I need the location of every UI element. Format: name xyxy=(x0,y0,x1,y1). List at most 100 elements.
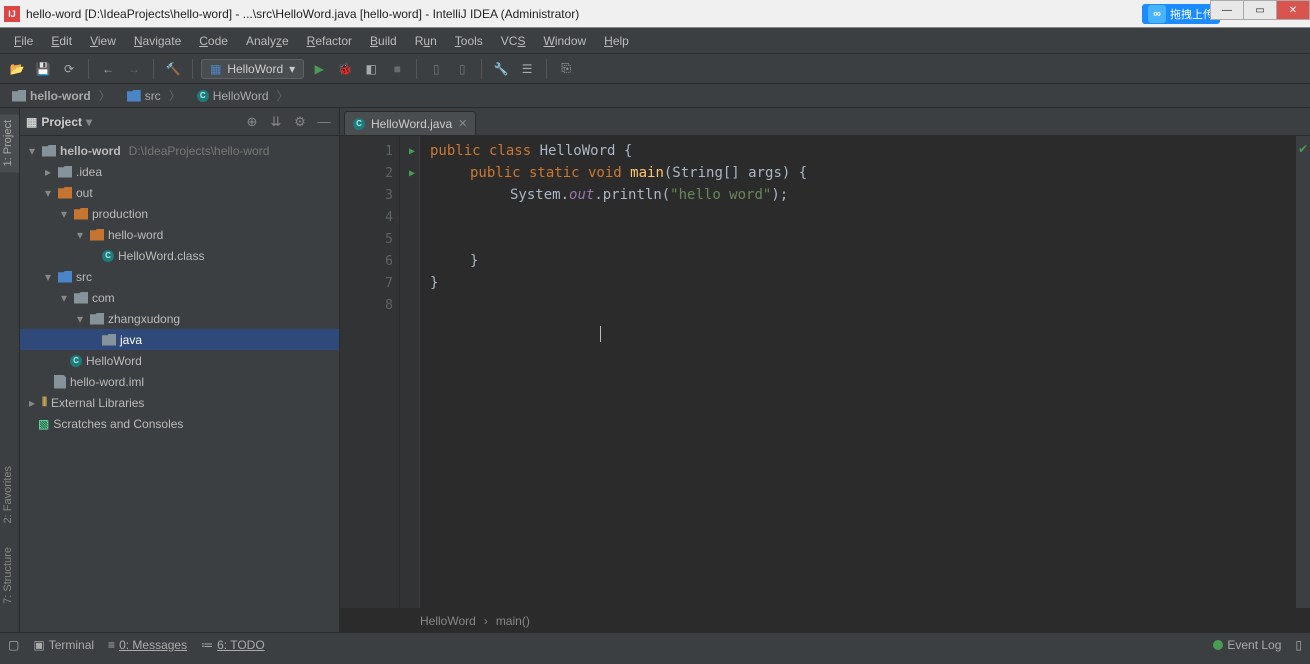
cloud-icon: ∞ xyxy=(1148,5,1166,23)
code-text[interactable]: public class HelloWord { public static v… xyxy=(420,136,1296,608)
folder-icon xyxy=(12,90,26,102)
search-everywhere-icon[interactable]: ⎘ xyxy=(555,58,577,80)
todo-button[interactable]: ≔ 6: TODO xyxy=(201,638,265,652)
menu-view[interactable]: View xyxy=(82,31,124,51)
menu-build[interactable]: Build xyxy=(362,31,405,51)
tree-zhang[interactable]: ▾zhangxudong xyxy=(20,308,339,329)
tab-structure[interactable]: 7: Structure xyxy=(0,541,19,610)
tree-out[interactable]: ▾out xyxy=(20,182,339,203)
bc-method[interactable]: main() xyxy=(496,614,530,628)
menu-analyze[interactable]: Analyze xyxy=(238,31,297,51)
editor-scrollbar[interactable]: ✔ xyxy=(1296,136,1310,608)
menu-tools[interactable]: Tools xyxy=(447,31,491,51)
open-icon[interactable]: 📂 xyxy=(6,58,28,80)
tree-com[interactable]: ▾com xyxy=(20,287,339,308)
crumb-src[interactable]: src 〉 xyxy=(121,85,187,106)
stop-icon[interactable]: ■ xyxy=(386,58,408,80)
maximize-button[interactable]: ▭ xyxy=(1243,0,1277,20)
intellij-icon: IJ xyxy=(4,6,20,22)
tree-ext-lib[interactable]: ▸⫴External Libraries xyxy=(20,392,339,413)
menu-vcs[interactable]: VCS xyxy=(493,31,534,51)
refresh-icon[interactable]: ⟳ xyxy=(58,58,80,80)
tree-idea[interactable]: ▸.idea xyxy=(20,161,339,182)
close-tab-icon[interactable]: ✕ xyxy=(458,117,467,130)
run-config-icon: ▦ xyxy=(210,62,221,76)
project-header-title[interactable]: ▦ Project ▾ xyxy=(26,115,92,129)
chevron-down-icon: ▾ xyxy=(289,62,295,76)
menu-window[interactable]: Window xyxy=(535,31,594,51)
project-tree[interactable]: ▾hello-wordD:\IdeaProjects\hello-word ▸.… xyxy=(20,136,339,632)
tab-project[interactable]: 1: Project xyxy=(0,114,19,172)
tree-src[interactable]: ▾src xyxy=(20,266,339,287)
folder-icon xyxy=(58,187,72,199)
share-widget[interactable]: ∞ 拖拽上传 xyxy=(1142,4,1220,24)
tree-root[interactable]: ▾hello-wordD:\IdeaProjects\hello-word xyxy=(20,140,339,161)
line-gutter: 1▶ 2▶ 3 4 5 6 7 8 xyxy=(340,136,400,608)
status-dot-icon xyxy=(1213,640,1223,650)
debug-icon[interactable]: 🐞 xyxy=(334,58,356,80)
tree-hw-java[interactable]: CHelloWord xyxy=(20,350,339,371)
forward-icon[interactable]: → xyxy=(123,58,145,80)
folder-icon xyxy=(58,271,72,283)
menu-file[interactable]: File xyxy=(6,31,41,51)
hide-icon[interactable]: — xyxy=(315,113,333,131)
run-gutter-icon[interactable]: ▶ xyxy=(409,146,415,157)
menu-run[interactable]: Run xyxy=(407,31,445,51)
avd-icon[interactable]: ▯ xyxy=(425,58,447,80)
editor-tab[interactable]: C HelloWord.java ✕ xyxy=(344,111,476,135)
tree-production[interactable]: ▾production xyxy=(20,203,339,224)
collapse-icon[interactable]: ⇊ xyxy=(267,113,285,131)
menu-code[interactable]: Code xyxy=(191,31,236,51)
minimize-button[interactable]: — xyxy=(1210,0,1244,20)
run-icon[interactable]: ▶ xyxy=(308,58,330,80)
crumb-class[interactable]: C HelloWord 〉 xyxy=(191,85,295,106)
save-icon[interactable]: 💾 xyxy=(32,58,54,80)
tree-hw-out[interactable]: ▾hello-word xyxy=(20,224,339,245)
separator xyxy=(192,59,193,79)
menu-edit[interactable]: Edit xyxy=(43,31,80,51)
inspection-ok-icon: ✔ xyxy=(1298,142,1308,156)
package-icon xyxy=(102,334,116,346)
tree-hw-class[interactable]: CHelloWord.class xyxy=(20,245,339,266)
close-button[interactable]: ✕ xyxy=(1276,0,1310,20)
status-lock-icon[interactable]: ▯ xyxy=(1295,638,1302,652)
line-3: 3 xyxy=(340,184,399,206)
crumb-label: src xyxy=(145,89,161,103)
tree-iml[interactable]: hello-word.iml xyxy=(20,371,339,392)
menubar: File Edit View Navigate Code Analyze Ref… xyxy=(0,28,1310,54)
class-icon: C xyxy=(70,355,82,367)
structure-icon[interactable]: ☰ xyxy=(516,58,538,80)
terminal-button[interactable]: ▣ Terminal xyxy=(33,638,94,652)
separator xyxy=(546,59,547,79)
run-gutter-icon[interactable]: ▶ xyxy=(409,168,415,179)
messages-button[interactable]: ≡ 0: Messages xyxy=(108,638,187,652)
back-icon[interactable]: ← xyxy=(97,58,119,80)
locate-icon[interactable]: ⊕ xyxy=(243,113,261,131)
bc-class[interactable]: HelloWord xyxy=(420,614,476,628)
share-text: 拖拽上传 xyxy=(1170,6,1214,22)
menu-navigate[interactable]: Navigate xyxy=(126,31,189,51)
event-log-button[interactable]: Event Log xyxy=(1213,638,1281,652)
menu-help[interactable]: Help xyxy=(596,31,637,51)
build-icon[interactable]: 🔨 xyxy=(162,58,184,80)
wrench-icon[interactable]: 🔧 xyxy=(490,58,512,80)
chevron-right-icon: 〉 xyxy=(99,87,111,104)
left-side-tabs: 1: Project 2: Favorites 7: Structure xyxy=(0,108,20,632)
fold-gutter xyxy=(400,136,420,608)
coverage-icon[interactable]: ◧ xyxy=(360,58,382,80)
run-config-select[interactable]: ▦ HelloWord ▾ xyxy=(201,59,304,79)
tree-scratch[interactable]: ▧Scratches and Consoles xyxy=(20,413,339,434)
folder-icon xyxy=(58,166,72,178)
sdk-icon[interactable]: ▯ xyxy=(451,58,473,80)
tab-favorites[interactable]: 2: Favorites xyxy=(0,460,19,529)
menu-refactor[interactable]: Refactor xyxy=(299,31,360,51)
line-8: 8 xyxy=(340,294,399,316)
status-square-icon[interactable]: ▢ xyxy=(8,638,19,652)
crumb-project[interactable]: hello-word 〉 xyxy=(6,85,117,106)
gear-icon[interactable]: ⚙ xyxy=(291,113,309,131)
folder-icon xyxy=(90,229,104,241)
folder-icon xyxy=(127,90,141,102)
chevron-down-icon: ▾ xyxy=(86,115,92,129)
editor-tabs: C HelloWord.java ✕ xyxy=(340,108,1310,136)
tree-java-pkg[interactable]: java xyxy=(20,329,339,350)
